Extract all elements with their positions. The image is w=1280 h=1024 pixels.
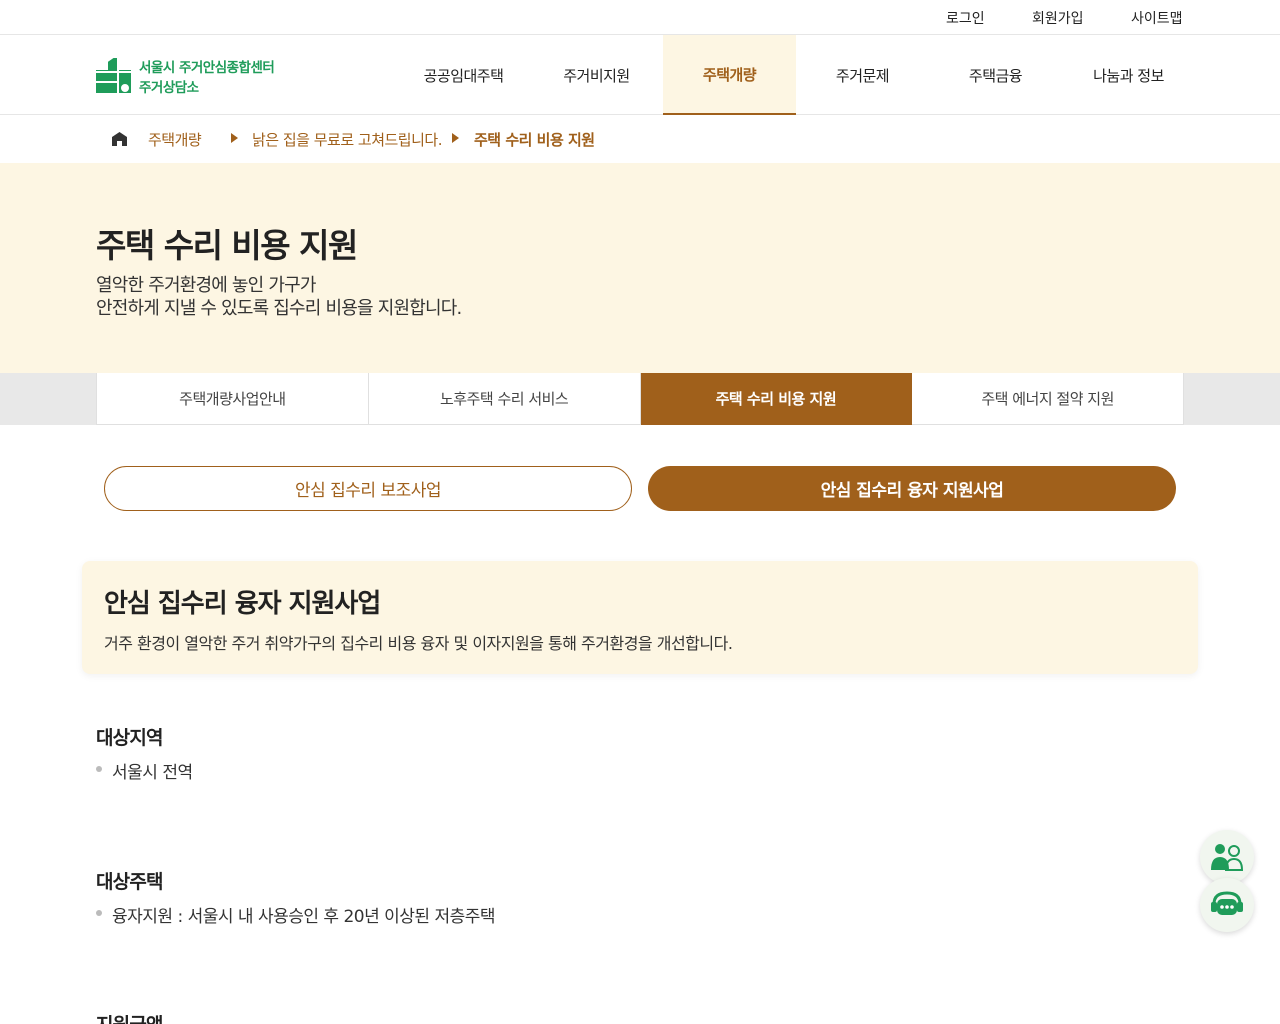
chatbot-icon <box>1211 891 1243 915</box>
counselor-icon <box>1211 844 1244 871</box>
counselor-button[interactable] <box>1200 830 1254 884</box>
sitemap-link[interactable]: 사이트맵 <box>1131 8 1183 28</box>
nav-item-housing-problems[interactable]: 주거문제 <box>796 35 929 115</box>
login-link[interactable]: 로그인 <box>946 8 985 28</box>
section-item-housing: 융자지원 : 서울시 내 사용승인 후 20년 이상된 저층주택 <box>96 902 496 927</box>
program-description: 거주 환경이 열악한 주거 취약가구의 집수리 비용 융자 및 이자지원을 통해… <box>104 634 733 653</box>
breadcrumb-item-2[interactable]: 낡은 집을 무료로 고쳐드립니다. <box>252 129 442 150</box>
section-title-amount: 지원금액 <box>96 1010 164 1024</box>
nav-item-housing-finance[interactable]: 주택금융 <box>929 35 1062 115</box>
loan-program-button[interactable]: 안심 집수리 융자 지원사업 <box>648 466 1176 511</box>
tab-bar: 주택개량사업안내 노후주택 수리 서비스 주택 수리 비용 지원 주택 에너지 … <box>0 373 1280 425</box>
nav-item-housing-cost[interactable]: 주거비지원 <box>530 35 663 115</box>
nav-item-sharing-info[interactable]: 나눔과 정보 <box>1062 35 1195 115</box>
subsidy-program-button[interactable]: 안심 집수리 보조사업 <box>104 466 632 511</box>
tab-repair-cost-support[interactable]: 주택 수리 비용 지원 <box>640 373 913 425</box>
breadcrumb-item-current[interactable]: 주택 수리 비용 지원 <box>474 129 595 150</box>
breadcrumb-arrow-icon <box>452 133 459 143</box>
utility-bar: 로그인 회원가입 사이트맵 <box>0 0 1280 35</box>
section-title-housing: 대상주택 <box>96 871 164 893</box>
page-hero: 주택 수리 비용 지원 열악한 주거환경에 놓인 가구가 안전하게 지낼 수 있… <box>0 163 1280 373</box>
site-logo[interactable]: 서울시 주거안심종합센터 주거상담소 <box>96 56 296 96</box>
tab-old-house-repair[interactable]: 노후주택 수리 서비스 <box>368 373 641 425</box>
program-title: 안심 집수리 융자 지원사업 <box>104 589 381 619</box>
logo-title: 서울시 주거안심종합센터 <box>139 60 275 76</box>
main-nav: 공공임대주택 주거비지원 주택개량 주거문제 주택금융 나눔과 정보 <box>397 35 1195 115</box>
nav-item-housing-improvement[interactable]: 주택개량 <box>663 35 796 115</box>
signup-link[interactable]: 회원가입 <box>1032 8 1084 28</box>
page-description-line-2: 안전하게 지낼 수 있도록 집수리 비용을 지원합니다. <box>96 298 462 319</box>
section-title-region: 대상지역 <box>96 727 164 749</box>
tab-energy-saving[interactable]: 주택 에너지 절약 지원 <box>912 373 1184 425</box>
program-summary-card: 안심 집수리 융자 지원사업 거주 환경이 열악한 주거 취약가구의 집수리 비… <box>82 561 1198 674</box>
section-item-region: 서울시 전역 <box>96 758 193 783</box>
site-header: 서울시 주거안심종합센터 주거상담소 공공임대주택 주거비지원 주택개량 주거문… <box>0 35 1280 115</box>
logo-subtitle: 주거상담소 <box>139 80 199 96</box>
chatbot-button[interactable] <box>1200 878 1254 932</box>
breadcrumb-item-1[interactable]: 주택개량 <box>148 129 202 150</box>
page-title: 주택 수리 비용 지원 <box>96 226 358 265</box>
home-icon[interactable] <box>112 132 127 146</box>
tab-improvement-guide[interactable]: 주택개량사업안내 <box>96 373 369 425</box>
breadcrumb: 주택개량 낡은 집을 무료로 고쳐드립니다. 주택 수리 비용 지원 <box>0 115 1280 163</box>
logo-mark-icon <box>96 58 131 93</box>
breadcrumb-arrow-icon <box>231 133 238 143</box>
nav-item-public-rental[interactable]: 공공임대주택 <box>397 35 530 115</box>
